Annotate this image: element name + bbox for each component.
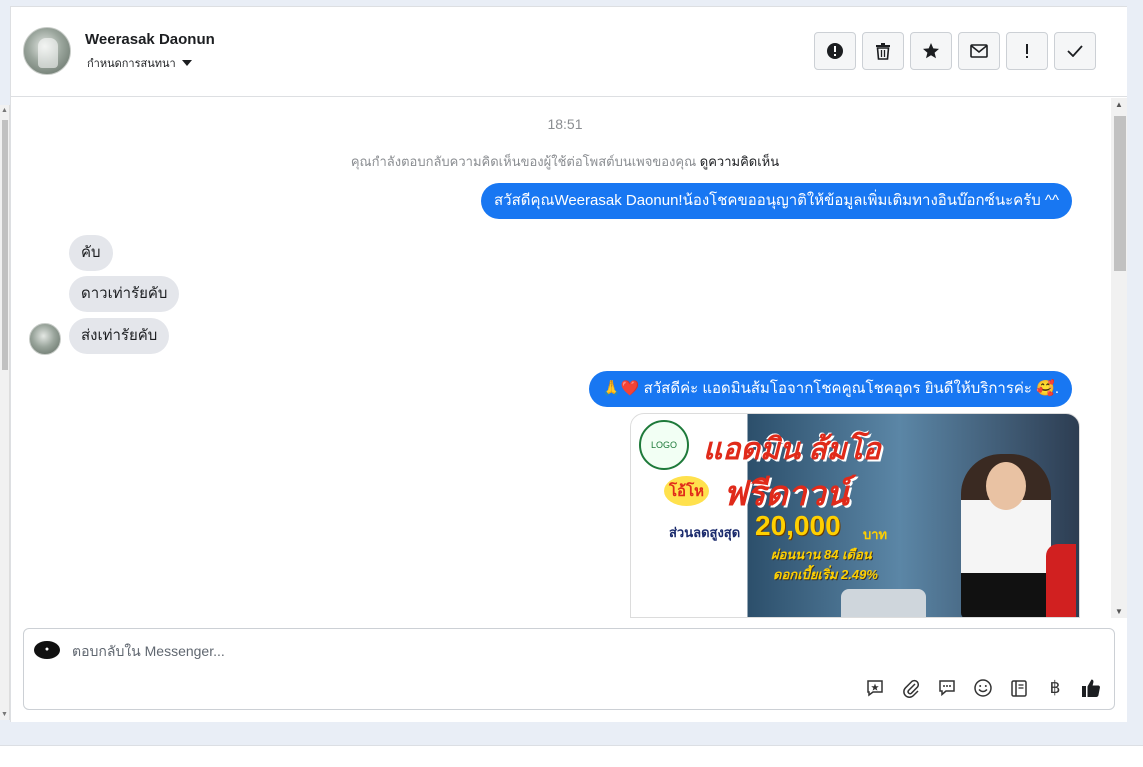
- reply-composer[interactable]: ● ฿: [23, 628, 1115, 710]
- outgoing-message[interactable]: 🙏❤️ สวัสดีค่ะ แอดมินส้มโอจากโชคคูณโชคอุด…: [589, 371, 1072, 407]
- priority-button[interactable]: [1006, 32, 1048, 70]
- comment-icon: [939, 680, 955, 697]
- alert-circle-icon: [827, 43, 843, 59]
- trash-icon: [876, 43, 890, 60]
- composer-tools: ฿: [862, 675, 1104, 701]
- left-scrollbar[interactable]: ▲ ▼: [0, 105, 10, 720]
- outgoing-message[interactable]: สวัสดีคุณWeerasak Daonun!น้องโชคขออนุญาต…: [481, 183, 1072, 219]
- mark-unread-button[interactable]: [958, 32, 1000, 70]
- contact-name[interactable]: Weerasak Daonun: [85, 31, 215, 48]
- promo-image[interactable]: LOGO แอดมิน ส้มโอ โอ้โห ฟรีดาวน์ ส่วนลดส…: [630, 413, 1080, 618]
- catalog-icon: [1011, 680, 1027, 697]
- scrollbar-thumb[interactable]: [2, 120, 8, 370]
- payment-button[interactable]: ฿: [1042, 675, 1068, 701]
- promo-badge: โอ้โห: [664, 476, 710, 506]
- bottom-bar: [0, 745, 1143, 767]
- page-avatar: ●: [34, 641, 60, 659]
- promo-currency: บาท: [863, 527, 888, 542]
- saved-reply-button[interactable]: [862, 675, 888, 701]
- message-scrollbar[interactable]: ▲ ▼: [1111, 98, 1128, 618]
- comment-button[interactable]: [934, 675, 960, 701]
- message-timestamp: 18:51: [547, 116, 583, 132]
- done-button[interactable]: [1054, 32, 1096, 70]
- window-edge: [1127, 0, 1143, 745]
- incoming-message[interactable]: คับ: [69, 235, 113, 271]
- sender-avatar: [29, 323, 61, 355]
- dealer-logo: LOGO: [639, 420, 689, 470]
- emoji-icon: [974, 679, 992, 697]
- avatar[interactable]: [23, 27, 71, 75]
- notice-text: คุณกำลังตอบกลับความคิดเห็นของผู้ใช้ต่อโพ…: [350, 154, 697, 169]
- scroll-up-icon[interactable]: ▲: [1, 107, 8, 114]
- scroll-down-icon[interactable]: ▼: [1, 711, 8, 718]
- reply-input[interactable]: [72, 639, 972, 663]
- delete-button[interactable]: [862, 32, 904, 70]
- follow-up-button[interactable]: [910, 32, 952, 70]
- promo-discount-label: ส่วนลดสูงสุด: [669, 525, 741, 540]
- seat-image: [1046, 544, 1076, 617]
- assign-label: กำหนดการสนทนา: [87, 58, 176, 70]
- checkmark-icon: [1067, 45, 1083, 57]
- caret-down-icon: [181, 60, 192, 66]
- promo-interest: ดอกเบี้ยเริ่ม 2.49%: [773, 567, 878, 582]
- face-image: [986, 462, 1026, 510]
- attachment-icon: [903, 679, 919, 698]
- catalog-button[interactable]: [1006, 675, 1032, 701]
- exclamation-icon: [1026, 44, 1028, 58]
- conversation-header: Weerasak Daonun กำหนดการสนทนา: [11, 7, 1128, 97]
- reply-context-notice: คุณกำลังตอบกลับความคิดเห็นของผู้ใช้ต่อโพ…: [11, 151, 1111, 172]
- like-button[interactable]: [1078, 675, 1104, 701]
- like-icon: [1082, 679, 1100, 697]
- view-comment-link[interactable]: ดูความคิดเห็น: [700, 154, 779, 169]
- conversation-panel: Weerasak Daonun กำหนดการสนทนา 18:51 คุณก…: [10, 6, 1128, 722]
- message-list[interactable]: 18:51 คุณกำลังตอบกลับความคิดเห็นของผู้ใช…: [11, 98, 1111, 618]
- assign-conversation-dropdown[interactable]: กำหนดการสนทนา: [87, 54, 192, 72]
- header-actions: [814, 32, 1096, 70]
- star-icon: [923, 43, 939, 59]
- scrollbar-thumb[interactable]: [1114, 116, 1126, 271]
- attach-button[interactable]: [898, 675, 924, 701]
- incoming-message[interactable]: ดาวเท่ารัยคับ: [69, 276, 180, 312]
- envelope-icon: [970, 44, 988, 58]
- truck-image: [841, 589, 926, 617]
- scroll-up-icon[interactable]: ▲: [1115, 100, 1123, 109]
- spam-button[interactable]: [814, 32, 856, 70]
- promo-installment: ผ่อนนาน 84 เดือน: [771, 547, 872, 562]
- incoming-message[interactable]: ส่งเท่ารัยคับ: [69, 318, 170, 354]
- promo-discount-value: 20,000: [755, 510, 841, 541]
- scroll-down-icon[interactable]: ▼: [1115, 607, 1123, 616]
- emoji-button[interactable]: [970, 675, 996, 701]
- baht-icon: ฿: [1049, 678, 1061, 697]
- saved-reply-icon: [867, 680, 883, 697]
